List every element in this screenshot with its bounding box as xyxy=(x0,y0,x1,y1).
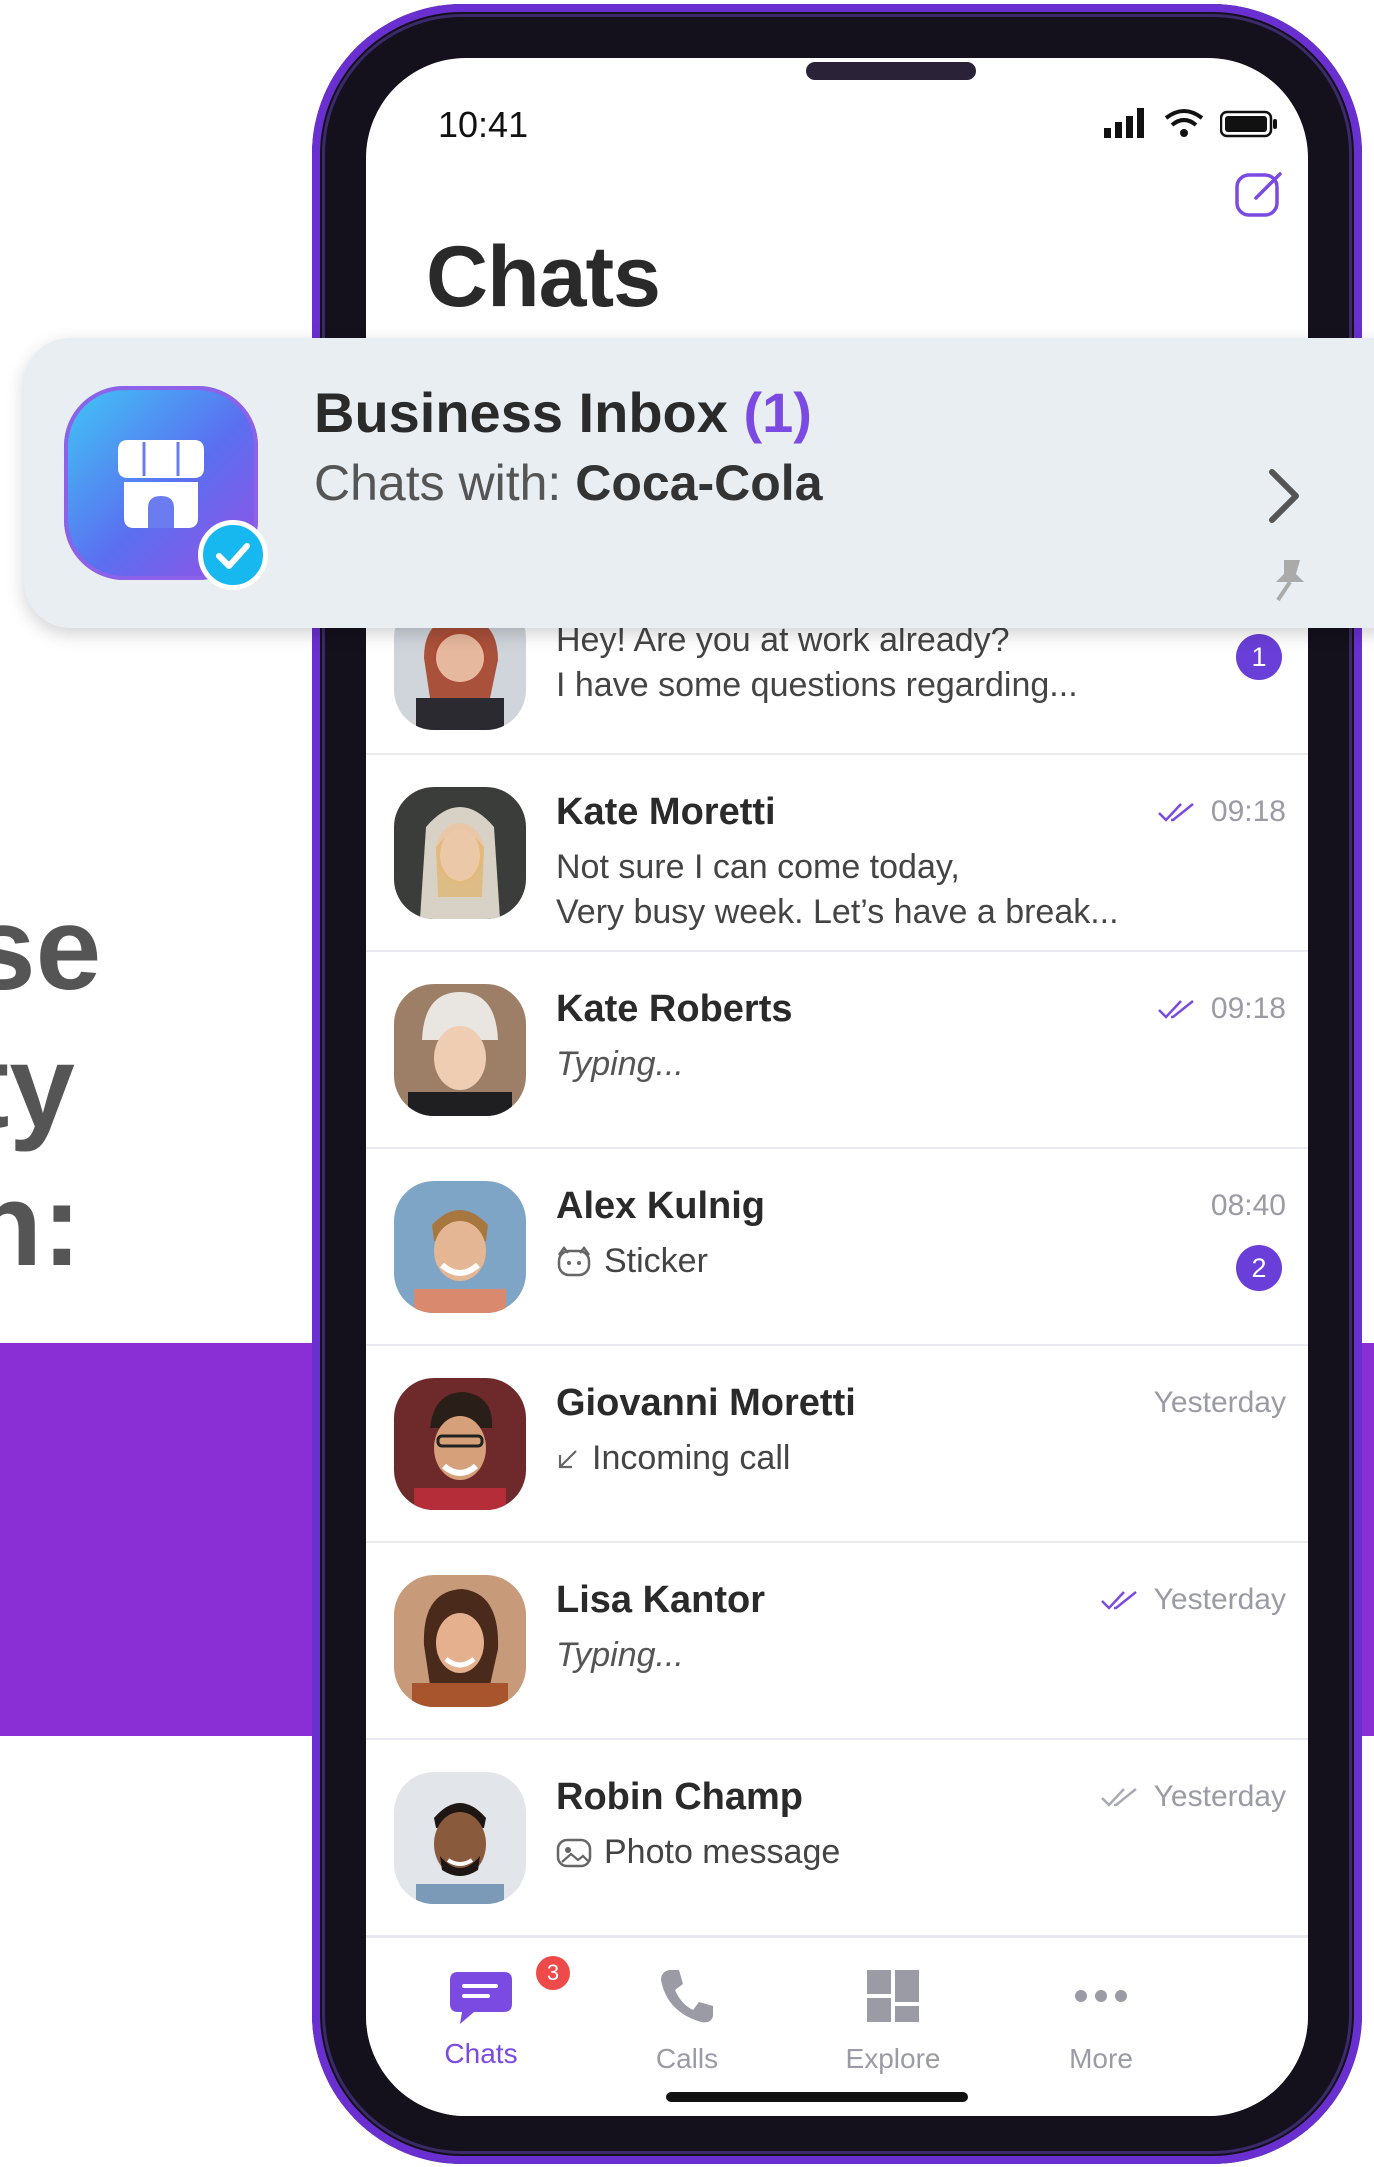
chat-time: Yesterday xyxy=(1100,1583,1286,1617)
chat-row[interactable]: Kate Roberts Typing... 09:18 xyxy=(366,952,1308,1149)
business-inbox-subtitle: Chats with: Coca-Cola xyxy=(314,454,823,512)
message-line: I have some questions regarding... xyxy=(556,666,1078,704)
tab-label: More xyxy=(1069,2043,1133,2074)
chat-name: Lisa Kantor xyxy=(556,1579,766,1621)
chat-name: Alex Kulnig xyxy=(556,1185,766,1227)
chat-row[interactable]: Hey! Are you at work already? I have som… xyxy=(366,598,1308,755)
background-line: h: xyxy=(0,1159,82,1291)
status-icons xyxy=(1104,108,1278,138)
avatar xyxy=(394,1378,526,1510)
chat-name: Kate Roberts xyxy=(556,988,793,1030)
sticker-icon xyxy=(557,1245,591,1276)
avatar xyxy=(394,787,526,919)
home-indicator xyxy=(666,2092,968,2102)
time-label: 09:18 xyxy=(1210,795,1286,828)
chat-message: Hey! Are you at work already? I have som… xyxy=(556,618,1156,708)
time-label: 08:40 xyxy=(1210,1189,1286,1222)
wifi-icon xyxy=(1164,109,1204,137)
tab-icon-wrap: 3 xyxy=(446,1956,570,2028)
signal-icon xyxy=(1104,108,1144,138)
chat-message: Not sure I can come today, Very busy wee… xyxy=(556,845,1156,935)
page-title: Chats xyxy=(426,229,661,325)
status-time: 10:41 xyxy=(438,104,529,145)
time-label: 09:18 xyxy=(1210,992,1286,1025)
business-inbox-label: Business Inbox xyxy=(314,381,728,444)
message-line: Photo message xyxy=(604,1833,841,1871)
tab-label: Calls xyxy=(655,2043,719,2074)
avatar xyxy=(394,1772,526,1904)
message-line: Sticker xyxy=(604,1242,708,1280)
explore-grid-icon xyxy=(867,1970,919,2022)
chat-message: Typing... xyxy=(556,1636,684,1674)
chat-row[interactable]: Lisa Kantor Typing... Yesterday xyxy=(366,1543,1308,1740)
background-line: ty xyxy=(0,1021,75,1153)
chat-time: 09:18 xyxy=(1157,795,1286,829)
subtitle-business: Coca-Cola xyxy=(575,455,823,511)
phone-notch xyxy=(806,62,976,80)
tab-label: Explore xyxy=(845,2043,941,2074)
tab-more[interactable]: More xyxy=(1026,1964,1176,2075)
background-line: se xyxy=(0,883,102,1015)
time-label: Yesterday xyxy=(1153,1386,1286,1419)
subtitle-prefix: Chats with: xyxy=(314,455,562,511)
chat-row[interactable]: Alex Kulnig Sticker 08:40 2 xyxy=(366,1149,1308,1346)
avatar xyxy=(394,984,526,1116)
chat-message: Photo message xyxy=(556,1830,1156,1875)
tab-calls[interactable]: Calls xyxy=(612,1964,762,2075)
chat-name: Kate Moretti xyxy=(556,791,776,833)
message-line: Very busy week. Let’s have a break... xyxy=(556,893,1119,931)
chat-row[interactable]: Kate Moretti Not sure I can come today, … xyxy=(366,755,1308,952)
incoming-call-icon xyxy=(558,1449,577,1468)
double-check-icon xyxy=(1158,803,1194,822)
chat-time: 08:40 xyxy=(1211,1189,1286,1223)
avatar xyxy=(394,1181,526,1313)
double-check-icon xyxy=(1158,1000,1194,1019)
business-inbox-card[interactable]: Business Inbox (1) Chats with: Coca-Cola xyxy=(24,338,1374,628)
unread-badge: 1 xyxy=(1236,634,1282,680)
verified-check-icon xyxy=(198,520,268,590)
chat-message: Sticker xyxy=(556,1239,1156,1284)
chat-name: Robin Champ xyxy=(556,1776,803,1818)
unread-badge: 2 xyxy=(1236,1245,1282,1291)
battery-icon xyxy=(1220,110,1277,138)
tab-chats[interactable]: 3 Chats xyxy=(406,1956,570,2070)
tab-badge: 3 xyxy=(536,1956,570,1990)
chat-time: Yesterday xyxy=(1100,1780,1286,1814)
background-headline: se ty h: xyxy=(0,880,101,1294)
chat-time: 09:18 xyxy=(1157,992,1286,1026)
business-inbox-count: (1) xyxy=(743,381,812,444)
compose-icon[interactable] xyxy=(1234,168,1286,220)
message-line: Not sure I can come today, xyxy=(556,848,960,886)
chat-name: Giovanni Moretti xyxy=(556,1382,856,1424)
more-dots-icon xyxy=(1075,1990,1127,2002)
tab-bar: 3 Chats Calls Explore More xyxy=(366,1936,1308,2116)
chat-message: Typing... xyxy=(556,1045,684,1083)
chat-message: Incoming call xyxy=(556,1436,1156,1481)
photo-icon xyxy=(556,1838,592,1867)
double-check-icon xyxy=(1100,1591,1137,1610)
chevron-right-icon[interactable] xyxy=(1264,466,1304,526)
phone-frame: 10:41 Chats Hey! Are you at work already… xyxy=(312,4,1362,2164)
chat-time: Yesterday xyxy=(1154,1386,1286,1420)
chat-list: Hey! Are you at work already? I have som… xyxy=(366,598,1308,1937)
chat-bubble-icon xyxy=(450,1972,512,2024)
chat-row[interactable]: Giovanni Moretti Incoming call Yesterday xyxy=(366,1346,1308,1543)
avatar xyxy=(394,1575,526,1707)
time-label: Yesterday xyxy=(1153,1780,1286,1813)
time-label: Yesterday xyxy=(1153,1583,1286,1616)
message-line: Incoming call xyxy=(592,1439,791,1477)
tab-label: Chats xyxy=(444,2038,518,2069)
double-check-icon xyxy=(1100,1788,1137,1807)
phone-icon xyxy=(661,1970,713,2023)
chat-row[interactable]: Robin Champ Photo message Yesterday xyxy=(366,1740,1308,1937)
pin-icon xyxy=(1276,560,1304,602)
business-inbox-title: Business Inbox (1) xyxy=(314,380,812,445)
tab-explore[interactable]: Explore xyxy=(818,1964,968,2075)
